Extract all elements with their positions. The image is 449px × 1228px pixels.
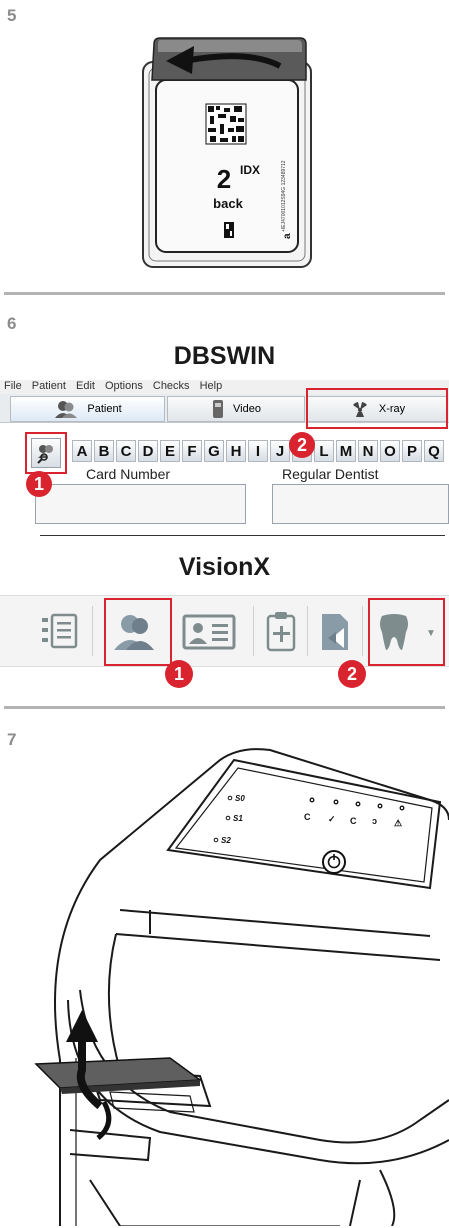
regular-dentist-label: Regular Dentist (282, 466, 379, 482)
video-icon (211, 399, 225, 419)
step-separator (4, 292, 445, 295)
letter-q[interactable]: Q (424, 440, 444, 462)
letter-p[interactable]: P (402, 440, 422, 462)
plate-number: 2 (217, 164, 231, 194)
slot-label-s2: S2 (221, 836, 231, 845)
letter-b[interactable]: B (94, 440, 114, 462)
menu-checks[interactable]: Checks (153, 380, 190, 392)
list-icon (42, 613, 78, 649)
svg-text:ɔ: ɔ (372, 816, 377, 826)
list-view-button[interactable] (38, 610, 82, 654)
add-record-button[interactable] (262, 610, 302, 654)
step-badge-1: 1 (165, 660, 193, 688)
svg-text:⚠: ⚠ (394, 818, 402, 828)
letter-i[interactable]: I (248, 440, 268, 462)
dbswin-screenshot: File Patient Edit Options Checks Help Patient… (0, 380, 449, 531)
xray-button-highlight (368, 598, 445, 666)
import-button[interactable] (314, 610, 354, 654)
card-number-field[interactable] (35, 484, 246, 524)
letter-a[interactable]: A (72, 440, 92, 462)
menu-file[interactable]: File (4, 380, 22, 392)
tab-video[interactable]: Video (167, 396, 305, 422)
patient-card-button[interactable] (180, 610, 240, 654)
letter-l[interactable]: L (314, 440, 334, 462)
regular-dentist-field[interactable] (272, 484, 449, 524)
letter-m[interactable]: M (336, 440, 356, 462)
svg-text:C: C (304, 812, 311, 822)
letter-g[interactable]: G (204, 440, 224, 462)
step-badge-2: 2 (338, 660, 366, 688)
menu-edit[interactable]: Edit (76, 380, 95, 392)
patient-icon (53, 399, 79, 419)
letter-c[interactable]: C (116, 440, 136, 462)
id-card-icon (182, 614, 236, 650)
plate-size: IDX (240, 163, 260, 177)
alphabet-filter: A B C D E F G H I J K L M N O P Q (72, 440, 444, 464)
search-button-highlight (25, 432, 67, 474)
section-divider (40, 535, 445, 536)
letter-o[interactable]: O (380, 440, 400, 462)
tab-video-label: Video (233, 403, 261, 415)
svg-text:✓: ✓ (328, 814, 336, 824)
scanner-illustration: S0 S1 S2 C ✓ Cɔ ⚠ (34, 748, 449, 1226)
slot-label-s0: S0 (235, 794, 245, 803)
menu-patient[interactable]: Patient (32, 380, 66, 392)
svg-text:a: a (282, 233, 293, 239)
visionx-title: VisionX (178, 553, 271, 581)
dbswin-title: DBSWIN (173, 342, 276, 370)
svg-text:C: C (350, 816, 357, 826)
letter-e[interactable]: E (160, 440, 180, 462)
step-badge-1: 1 (26, 471, 52, 497)
step-badge-2: 2 (289, 432, 315, 458)
patient-button-highlight (104, 598, 172, 666)
tab-patient-label: Patient (87, 403, 122, 415)
menu-help[interactable]: Help (200, 380, 223, 392)
card-number-label: Card Number (86, 466, 171, 482)
slot-label-s1: S1 (233, 814, 243, 823)
step-number-7: 7 (7, 730, 17, 749)
clipboard-add-icon (266, 612, 296, 652)
letter-d[interactable]: D (138, 440, 158, 462)
letter-n[interactable]: N (358, 440, 378, 462)
tab-patient[interactable]: Patient (10, 396, 165, 422)
import-icon (322, 614, 348, 650)
menu-options[interactable]: Options (105, 380, 143, 392)
letter-f[interactable]: F (182, 440, 202, 462)
step-number-5: 5 (7, 6, 17, 25)
step-number-6: 6 (7, 314, 17, 333)
step-separator (4, 706, 445, 709)
letter-h[interactable]: H (226, 440, 246, 462)
plate-serial: +IEJ47001012S94G 123489712 (281, 160, 287, 232)
xray-tab-highlight (306, 388, 448, 429)
letter-j[interactable]: J (270, 440, 290, 462)
plate-side: back (213, 196, 243, 211)
imaging-plate-illustration: 2 IDX back +IEJ47001012S94G 123489712 a (142, 37, 312, 268)
